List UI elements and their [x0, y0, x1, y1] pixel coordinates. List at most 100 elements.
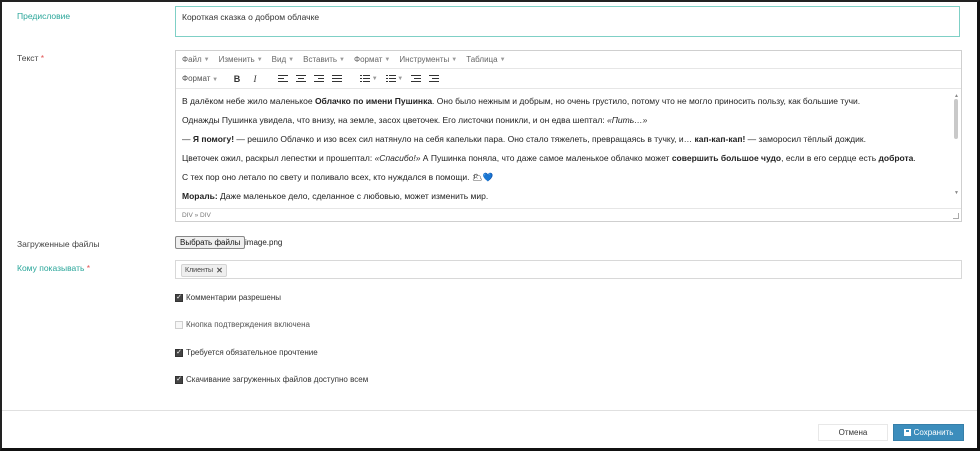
show-to-label: Кому показывать *: [17, 263, 90, 273]
paragraph-3: — Я помогу! — решило Облачко и изо всех …: [182, 134, 939, 145]
editor-toolbar: Формат ▼ B I ▼ ▼: [176, 69, 961, 89]
menu-view-label: Вид: [271, 55, 287, 64]
checkbox-label: Требуется обязательное прочтение: [186, 348, 318, 357]
text-run: . Оно было нежным и добрым, но очень гру…: [432, 96, 861, 106]
editor-statusbar: DIV » DIV: [176, 208, 961, 221]
menu-format-label: Формат: [353, 55, 383, 64]
checkbox-checked-icon[interactable]: ✓: [175, 293, 183, 302]
chevron-down-icon: ▼: [384, 56, 391, 63]
checkbox-confirm-button: Кнопка подтверждения включена: [175, 320, 310, 329]
paragraph-2: Однажды Пушинка увидела, что внизу, на з…: [182, 115, 939, 126]
menu-file[interactable]: Файл ▼: [182, 55, 210, 64]
footer-divider: [2, 410, 977, 411]
menu-view[interactable]: Вид ▼: [272, 55, 294, 64]
checkbox-label: Скачивание загруженных файлов доступно в…: [186, 375, 369, 384]
paragraph-5: С тех пор оно летало по свету и поливало…: [182, 172, 494, 182]
checkbox-checked-icon[interactable]: ✓: [175, 375, 183, 384]
text-run: Даже маленькое дело, сделанное с любовью…: [217, 191, 489, 201]
chevron-down-icon: ▼: [210, 77, 219, 83]
checkbox-checked-icon[interactable]: ✓: [175, 348, 183, 357]
align-right-icon[interactable]: [312, 72, 326, 86]
format-dropdown[interactable]: Формат ▼: [182, 74, 226, 83]
editor-content[interactable]: В далёком небе жило маленькое Облачко по…: [176, 89, 961, 201]
text-run: .: [913, 153, 916, 163]
text-run: , если в его сердце есть: [781, 153, 879, 163]
italic-icon[interactable]: I: [248, 72, 262, 86]
menu-format[interactable]: Формат ▼: [354, 55, 390, 64]
indent-icon[interactable]: [427, 72, 441, 86]
menu-tools[interactable]: Инструменты ▼: [399, 55, 457, 64]
menu-edit-label: Изменить: [218, 55, 255, 64]
checkbox-unchecked-icon: [175, 320, 183, 329]
bold-icon[interactable]: B: [230, 72, 244, 86]
paragraph-4: Цветочек ожил, раскрыл лепестки и прошеп…: [182, 153, 939, 164]
checkbox-label: Кнопка подтверждения включена: [186, 320, 310, 329]
bold-text: совершить большое чудо: [671, 153, 782, 163]
checkbox-comments[interactable]: ✓ Комментарии разрешены: [175, 293, 281, 302]
numbered-list-icon[interactable]: ▼: [384, 72, 406, 86]
chevron-down-icon: ▼: [370, 75, 378, 82]
required-mark: *: [86, 263, 91, 273]
chevron-down-icon: ▼: [339, 56, 345, 63]
text-run: —: [182, 134, 193, 144]
text-run: — решило Облачко и изо всех сил натянуло…: [234, 134, 695, 144]
checkbox-mandatory-read[interactable]: ✓ Требуется обязательное прочтение: [175, 348, 318, 357]
bold-text: Я помогу!: [192, 134, 235, 144]
rich-text-editor[interactable]: Файл ▼ Изменить ▼ Вид ▼ Вставить ▼ Формат ▼ И…: [175, 50, 962, 222]
checkbox-label: Комментарии разрешены: [186, 293, 282, 302]
menu-file-label: Файл: [182, 55, 202, 64]
audience-chip: Клиенты ✕: [181, 264, 227, 277]
text-run: — заморосил тёплый дождик.: [745, 134, 866, 144]
chevron-down-icon: ▼: [256, 56, 263, 63]
align-justify-icon[interactable]: [330, 72, 344, 86]
audience-select[interactable]: Клиенты ✕: [175, 260, 962, 279]
resize-handle-icon[interactable]: [953, 213, 959, 219]
outdent-icon[interactable]: [409, 72, 423, 86]
choose-files-button[interactable]: Выбрать файлы: [175, 236, 246, 249]
align-left-icon[interactable]: [276, 72, 290, 86]
text-run: А Пушинка поняла, что даже самое маленьк…: [420, 153, 672, 163]
preface-input[interactable]: Короткая сказка о добром облачке: [175, 6, 960, 37]
chevron-down-icon: ▼: [203, 56, 210, 63]
bullet-list-icon[interactable]: ▼: [358, 72, 380, 86]
paragraph-1: В далёком небе жило маленькое Облачко по…: [182, 96, 939, 107]
menu-insert[interactable]: Вставить ▼: [303, 55, 345, 64]
save-icon: [903, 429, 911, 436]
required-mark: *: [40, 53, 45, 63]
bold-text: Мораль:: [182, 191, 218, 201]
files-label: Загруженные файлы: [17, 239, 100, 249]
align-center-icon[interactable]: [294, 72, 308, 86]
italic-text: «Пить…»: [607, 115, 648, 125]
scrollbar-thumb[interactable]: [954, 99, 958, 139]
save-button-label: Сохранить: [913, 428, 954, 437]
text-label-text: Текст: [17, 53, 39, 63]
element-path: DIV » DIV: [182, 212, 211, 219]
close-icon[interactable]: ✕: [216, 266, 223, 275]
save-button[interactable]: Сохранить: [893, 424, 964, 441]
text-run: В далёком небе жило маленькое: [182, 96, 315, 106]
scroll-down-icon[interactable]: ▼: [954, 188, 959, 199]
chevron-down-icon: ▼: [499, 56, 506, 63]
checkbox-download-all[interactable]: ✓ Скачивание загруженных файлов доступно…: [175, 375, 368, 384]
menu-table[interactable]: Таблица ▼: [466, 55, 505, 64]
cancel-button[interactable]: Отмена: [818, 424, 888, 441]
menu-insert-label: Вставить: [303, 55, 338, 64]
text-run: Цветочек ожил, раскрыл лепестки и прошеп…: [182, 153, 375, 163]
bold-text: кап-кап-кап!: [694, 134, 746, 144]
bold-text: доброта: [878, 153, 914, 163]
text-run: Однажды Пушинка увидела, что внизу, на з…: [182, 115, 608, 125]
preface-label: Предисловие: [17, 11, 71, 21]
chevron-down-icon: ▼: [451, 56, 458, 63]
chip-label: Клиенты: [185, 267, 214, 274]
file-name: image.png: [245, 238, 283, 247]
chevron-down-icon: ▼: [395, 75, 404, 82]
editor-menubar: Файл ▼ Изменить ▼ Вид ▼ Вставить ▼ Формат ▼ И…: [176, 51, 961, 69]
text-label: Текст *: [17, 53, 44, 63]
format-dropdown-label: Формат: [182, 74, 211, 83]
paragraph-6: Мораль: Даже маленькое дело, сделанное с…: [182, 191, 939, 201]
menu-table-label: Таблица: [466, 55, 498, 64]
italic-text: «Спасибо!»: [374, 153, 421, 163]
bold-text: Облачко по имени Пушинка: [314, 96, 433, 106]
menu-edit[interactable]: Изменить ▼: [219, 55, 263, 64]
chevron-down-icon: ▼: [288, 56, 295, 63]
